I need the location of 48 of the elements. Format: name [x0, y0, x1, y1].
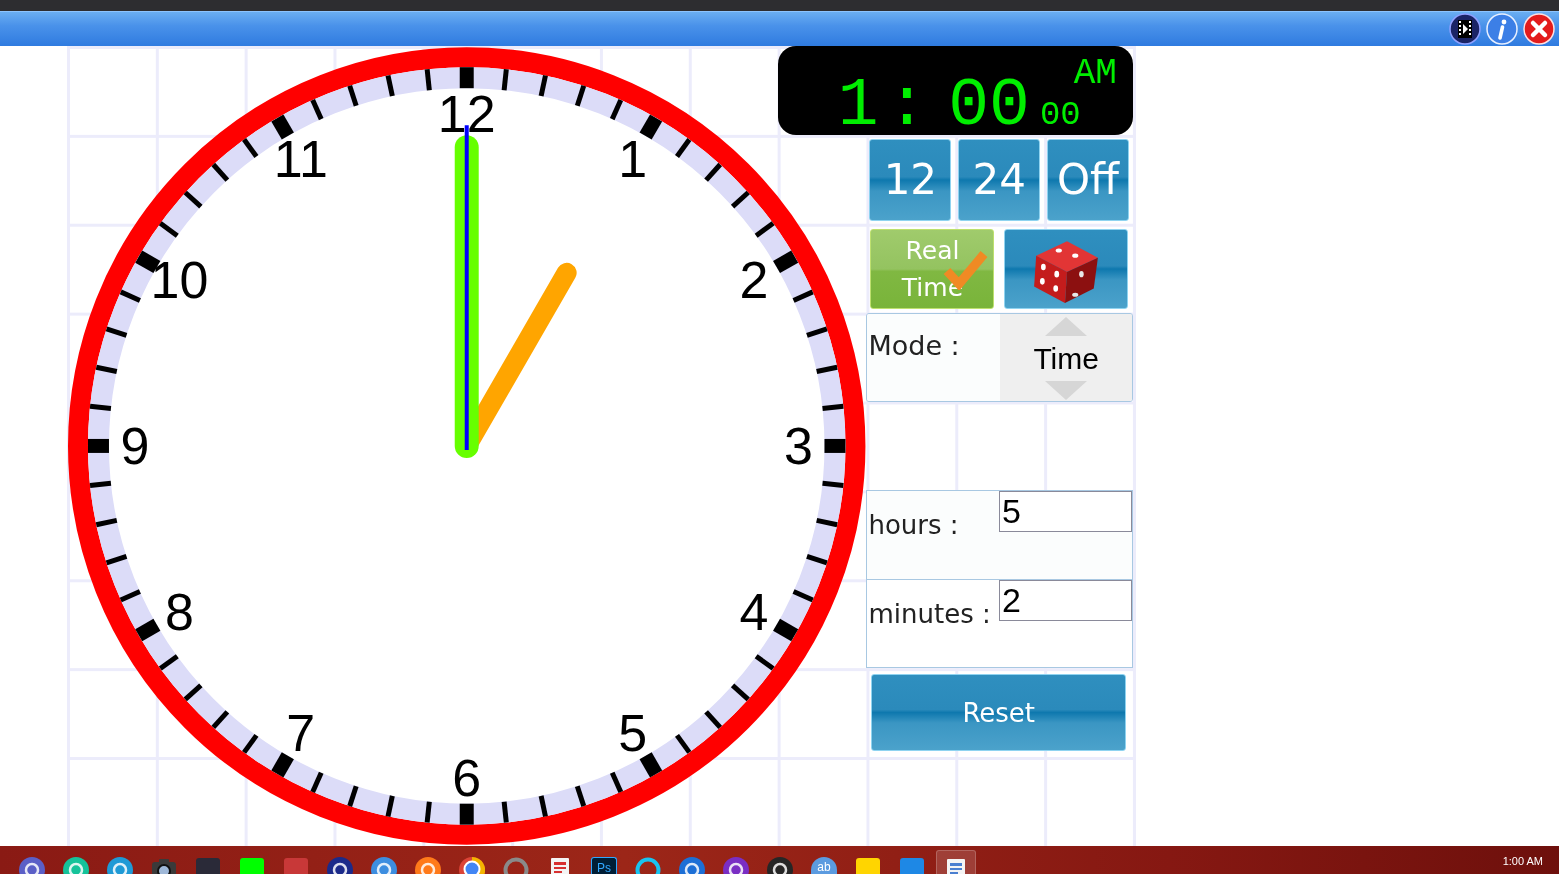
field-label: hours : [867, 509, 960, 543]
clock-number: 1 [618, 129, 648, 188]
clock-number: 12 [437, 85, 496, 144]
round-app-icon[interactable] [767, 857, 793, 874]
round-app-icon[interactable] [723, 857, 749, 874]
round-app-icon[interactable] [19, 857, 45, 874]
info-icon[interactable] [1486, 13, 1518, 45]
round-app-icon[interactable] [327, 857, 353, 874]
mode-value: Time [1033, 340, 1099, 377]
hour-digits: 1 [837, 72, 879, 140]
film-icon[interactable] [1449, 13, 1481, 45]
clock-number: 7 [286, 704, 316, 763]
time-separator: : [886, 72, 928, 140]
ring-icon[interactable] [635, 857, 661, 874]
lettered-app-icon[interactable]: Ps [591, 857, 617, 874]
field-label: minutes : [867, 597, 992, 631]
round-app-icon[interactable] [679, 857, 705, 874]
close-icon[interactable] [1523, 13, 1555, 45]
clock-number: 5 [618, 704, 648, 763]
round-app-icon[interactable] [371, 857, 397, 874]
active-taskbar-button[interactable] [936, 850, 976, 874]
format-button[interactable]: 24 [958, 138, 1041, 221]
clock-number: 3 [784, 416, 813, 475]
tray-clock: 1:00 AM [1502, 855, 1543, 868]
lettered-app-icon[interactable]: ab [811, 857, 837, 874]
number-field[interactable]: 5 [998, 491, 1132, 533]
period-text: AM [1073, 56, 1117, 92]
reset-button[interactable]: Reset [871, 674, 1126, 751]
round-app-icon[interactable] [63, 857, 89, 874]
camera-icon[interactable] [151, 857, 177, 874]
mode-label: Mode : [868, 329, 960, 361]
number-field[interactable]: 2 [998, 579, 1132, 621]
format-button[interactable]: 12 [869, 138, 952, 221]
format-button[interactable]: Off [1047, 138, 1129, 221]
clock-number: 10 [150, 251, 209, 310]
round-app-icon[interactable] [415, 857, 441, 874]
square-app-icon[interactable] [239, 857, 265, 874]
square-app-icon[interactable] [855, 857, 881, 874]
color-wheel-icon[interactable] [459, 857, 485, 874]
clock-number: 8 [164, 582, 194, 641]
clock-number: 9 [120, 416, 150, 475]
clock-number: 2 [739, 251, 769, 310]
clock-number: 4 [739, 582, 769, 641]
clock-number: 11 [273, 129, 328, 188]
second-digits: 00 [1039, 98, 1081, 132]
round-app-icon[interactable] [107, 857, 133, 874]
minute-digits: 00 [948, 72, 1030, 140]
clock-number: 6 [452, 748, 482, 807]
